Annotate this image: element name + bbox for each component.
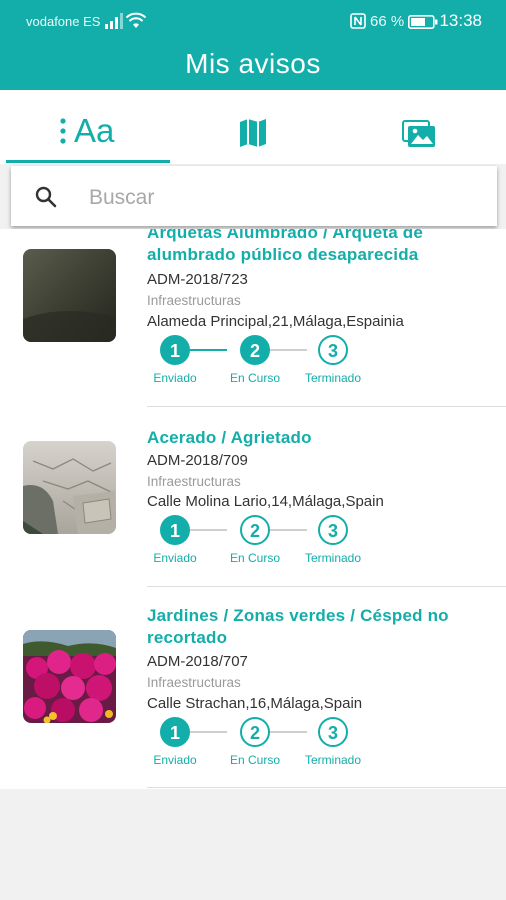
step-circle-1: 1 bbox=[160, 335, 190, 365]
notice-address: Alameda Principal,21,Málaga,Espainia bbox=[147, 313, 404, 330]
signal-icon bbox=[105, 13, 123, 29]
notice-code: ADM-2018/707 bbox=[147, 653, 248, 670]
step-circle-2: 2 bbox=[240, 717, 270, 747]
view-tabs: Aa bbox=[0, 90, 506, 164]
notice-code: ADM-2018/709 bbox=[147, 452, 248, 469]
step-label-2: En Curso bbox=[229, 753, 281, 767]
progress-stepper: 1 2 3 Enviado En Curso Terminado bbox=[147, 335, 387, 385]
carrier-label: vodafone ES bbox=[26, 14, 101, 29]
tab-list[interactable]: Aa bbox=[6, 90, 174, 164]
step-circle-2: 2 bbox=[240, 515, 270, 545]
notice-title: Acerado / Agrietado bbox=[147, 428, 312, 447]
notice-title: Jardines / Zonas verdes / Césped no reco… bbox=[147, 606, 449, 647]
step-circle-3: 3 bbox=[318, 335, 348, 365]
search-input[interactable] bbox=[87, 182, 481, 214]
notice-address: Calle Molina Lario,14,Málaga,Spain bbox=[147, 493, 384, 510]
list-item[interactable]: Jardines / Zonas verdes / Césped no reco… bbox=[0, 587, 506, 789]
list-item[interactable]: Acerado / Agrietado ADM-2018/709 Infraes… bbox=[0, 407, 506, 587]
step-label-2: En Curso bbox=[229, 371, 281, 385]
step-label-3: Terminado bbox=[304, 371, 362, 385]
tab-list-label: Aa bbox=[74, 112, 115, 149]
notice-category: Infraestructuras bbox=[147, 675, 241, 690]
step-label-1: Enviado bbox=[153, 551, 197, 565]
step-circle-1: 1 bbox=[160, 717, 190, 747]
progress-stepper: 1 2 3 Enviado En Curso Terminado bbox=[147, 515, 387, 565]
step-circle-3: 3 bbox=[318, 717, 348, 747]
tab-map[interactable] bbox=[170, 90, 338, 164]
tab-gallery[interactable] bbox=[336, 90, 504, 164]
app-bar: Mis avisos bbox=[0, 44, 506, 90]
search-icon[interactable] bbox=[35, 186, 57, 208]
notice-thumbnail bbox=[23, 630, 116, 723]
notice-thumbnail bbox=[23, 249, 116, 342]
notice-code: ADM-2018/723 bbox=[147, 271, 248, 288]
step-circle-2: 2 bbox=[240, 335, 270, 365]
notice-address: Calle Strachan,16,Málaga,Spain bbox=[147, 695, 363, 712]
status-bar: vodafone ES 66 % 13:38 bbox=[0, 0, 506, 44]
divider bbox=[147, 787, 506, 788]
wifi-icon bbox=[126, 12, 146, 28]
nfc-icon bbox=[350, 13, 366, 29]
step-circle-3: 3 bbox=[318, 515, 348, 545]
list-item[interactable]: Arquetas Alumbrado / Arqueta de alumbrad… bbox=[0, 229, 506, 407]
notice-category: Infraestructuras bbox=[147, 293, 241, 308]
step-circle-1: 1 bbox=[160, 515, 190, 545]
map-icon bbox=[240, 119, 266, 147]
step-label-3: Terminado bbox=[304, 551, 362, 565]
battery-icon bbox=[408, 15, 438, 29]
step-label-3: Terminado bbox=[304, 753, 362, 767]
notice-thumbnail bbox=[23, 441, 116, 534]
step-label-1: Enviado bbox=[153, 371, 197, 385]
step-label-1: Enviado bbox=[153, 753, 197, 767]
step-label-2: En Curso bbox=[229, 551, 281, 565]
notice-title: Arquetas Alumbrado / Arqueta de alumbrad… bbox=[147, 229, 424, 264]
page-title: Mis avisos bbox=[185, 48, 321, 79]
empty-area bbox=[0, 789, 506, 900]
clock: 13:38 bbox=[439, 11, 482, 30]
search-bar bbox=[11, 166, 497, 226]
gallery-icon bbox=[402, 120, 435, 147]
notices-list: Arquetas Alumbrado / Arqueta de alumbrad… bbox=[0, 229, 506, 789]
more-dots-icon bbox=[60, 118, 66, 144]
notice-category: Infraestructuras bbox=[147, 474, 241, 489]
tab-selected-indicator bbox=[6, 160, 170, 163]
progress-stepper: 1 2 3 Enviado En Curso Terminado bbox=[147, 717, 387, 767]
battery-percent: 66 % bbox=[370, 13, 405, 30]
